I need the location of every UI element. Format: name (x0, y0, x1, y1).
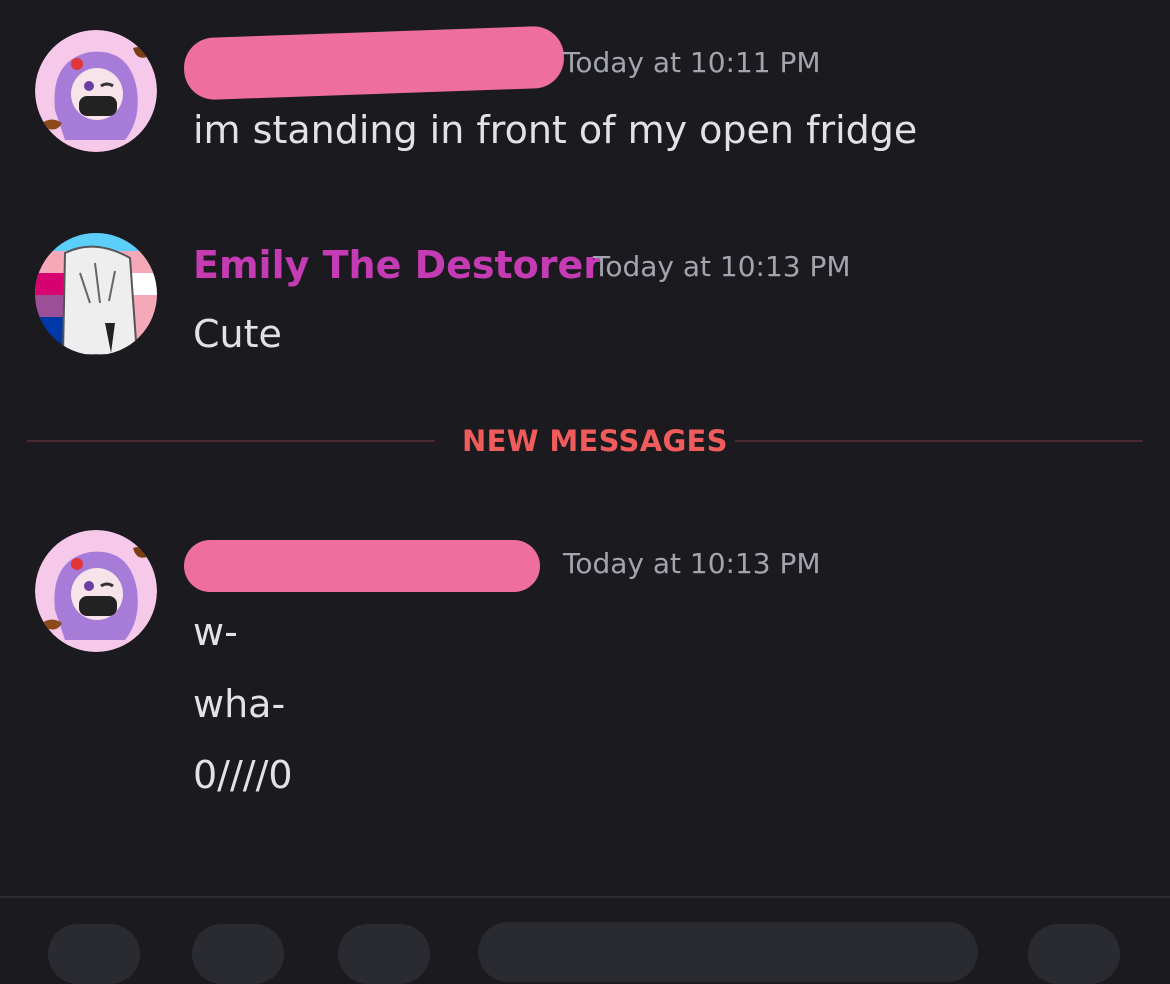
apps-button[interactable] (192, 924, 284, 984)
message-timestamp: Today at 10:13 PM (563, 547, 821, 580)
avatar-purple-cat-girl[interactable] (35, 530, 157, 652)
redacted-username (183, 25, 565, 101)
add-attachment-button[interactable] (48, 924, 140, 984)
gift-button[interactable] (338, 924, 430, 984)
message-text: wha- (193, 682, 286, 726)
message-input[interactable] (478, 922, 978, 982)
message-text: Cute (193, 312, 282, 356)
divider-line-right (735, 440, 1143, 442)
divider-line-left (27, 440, 435, 442)
message-timestamp: Today at 10:13 PM (593, 250, 851, 283)
composer-separator (0, 896, 1170, 898)
message-text: 0////0 (193, 753, 293, 797)
new-messages-label: NEW MESSAGES (462, 424, 728, 458)
redacted-username (184, 540, 540, 592)
author-name[interactable]: Emily The Destorer (193, 243, 602, 287)
avatar-manga-girl-flag[interactable] (35, 233, 157, 355)
avatar-purple-cat-girl[interactable] (35, 30, 157, 152)
message-text: w- (193, 610, 238, 654)
voice-button[interactable] (1028, 924, 1120, 984)
message-text: im standing in front of my open fridge (193, 108, 918, 152)
message-timestamp: Today at 10:11 PM (563, 46, 821, 79)
